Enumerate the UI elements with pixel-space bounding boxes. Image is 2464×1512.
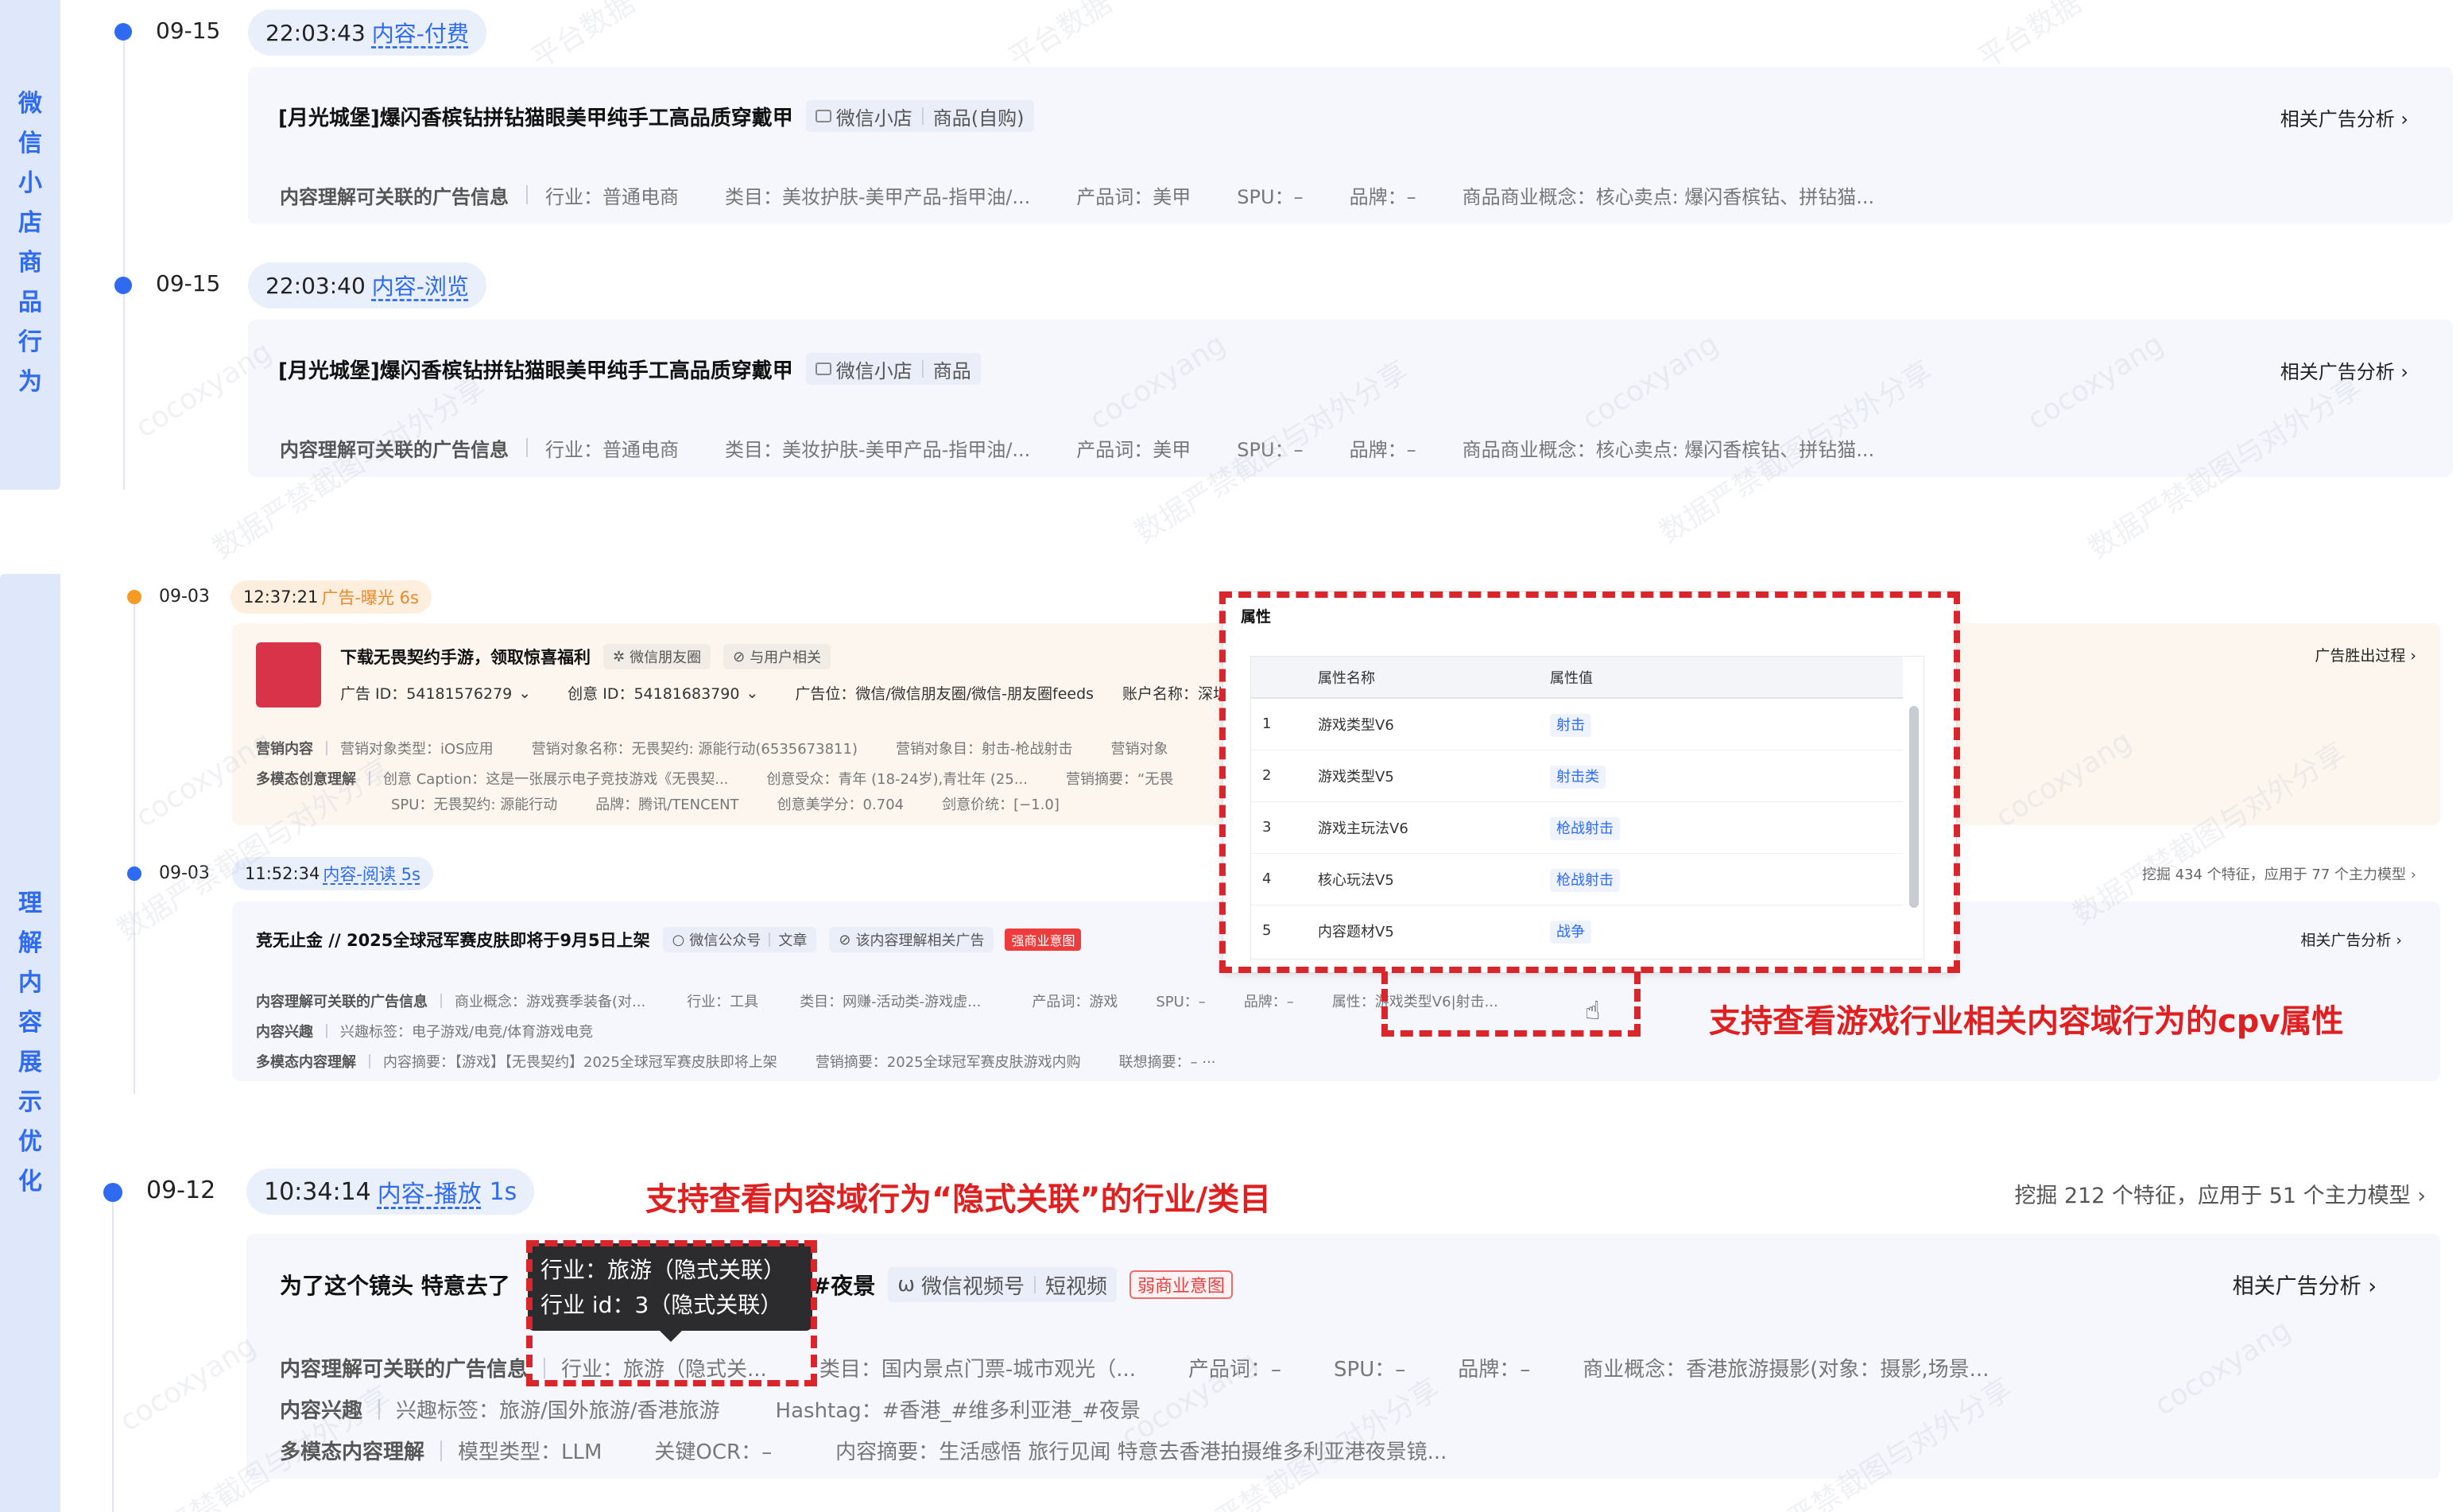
chevron-right-icon: › (2400, 361, 2408, 383)
item-title: [月光城堡]爆闪香槟钻拼钻猫眼美甲纯手工高品质穿戴甲 微信小店 商品(自购) (278, 100, 1034, 132)
ad-info-row: 内容理解可关联的广告信息 行业：普通电商 类目：美妆护肤-美甲产品-指甲油/..… (280, 438, 1875, 461)
highlight-box-attribute (1381, 971, 1641, 1037)
event-action-link[interactable]: 内容-浏览 (372, 269, 469, 301)
chevron-right-icon: › (2368, 1274, 2377, 1299)
ad-info-row: 内容理解可关联的广告信息 行业：普通电商 类目：美妆护肤-美甲产品-指甲油/..… (280, 185, 1875, 208)
ad-title: 下载无畏契约手游，领取惊喜福利 ✲ 微信朋友圈 ⊘ 与用户相关 (340, 644, 831, 669)
watermark: cocoxyang (114, 1329, 262, 1438)
related-ad-analysis-link[interactable]: 相关广告分析 › (2300, 929, 2402, 950)
chevron-down-icon: ⌄ (518, 684, 532, 702)
chevron-right-icon: › (2417, 1184, 2426, 1208)
timeline-dot (114, 277, 132, 294)
chevron-right-icon: › (2410, 647, 2416, 665)
timeline-line (112, 1192, 114, 1512)
event-action-link[interactable]: 内容-播放 (378, 1174, 482, 1209)
watermark: 平台数据 (1002, 0, 1118, 76)
event-time: 10:34:14 (264, 1177, 371, 1206)
event-time-pill: 12:37:21 广告-曝光 6s (231, 580, 432, 614)
annotation-implicit-industry: 支持查看内容域行为“隐式关联”的行业/类目 (645, 1181, 1272, 1218)
chevron-right-icon: › (2400, 108, 2408, 130)
related-ad-analysis-link[interactable]: 相关广告分析 › (2233, 1269, 2377, 1300)
source-tag: 微信小店 商品 (805, 353, 981, 385)
marketing-row: 营销内容 营销对象类型：iOS应用 营销对象名称：无畏契约: 源能行动(6535… (256, 741, 1168, 758)
multimodal-creative-row: 多模态创意理解 创意 Caption：这是一张展示电子竞技游戏《无畏契... 创… (256, 771, 1174, 788)
event-time: 11:52:34 (245, 864, 320, 883)
content-interest-row: 内容兴趣 兴趣标签：旅游/国外旅游/香港旅游 Hashtag：#香港_#维多利亚… (280, 1398, 1141, 1423)
chevron-right-icon: › (2410, 866, 2416, 883)
event-time: 22:03:43 (265, 19, 366, 46)
event-time: 22:03:40 (265, 272, 366, 299)
multimodal-creative-row-2: SPU：无畏契约: 源能行动 品牌：腾讯/TENCENT 创意美学分：0.704… (391, 797, 1060, 813)
annotation-cpv: 支持查看游戏行业相关内容域行为的cpv属性 (1709, 1003, 2344, 1040)
source-tag: ✲ 微信朋友圈 (603, 644, 711, 669)
source-tag: ○ 微信公众号 文章 (662, 927, 817, 952)
link-icon: ⊘ (839, 931, 851, 948)
chevron-right-icon: › (2396, 932, 2402, 949)
relation-tag: ⊘ 该内容理解相关广告 (829, 927, 994, 952)
chevron-down-icon: ⌄ (746, 684, 759, 702)
ad-win-process-link[interactable]: 广告胜出过程 › (2315, 644, 2416, 665)
ad-id-row: 广告 ID：54181576279 ⌄ 创意 ID：54181683790 ⌄ 广告… (340, 684, 1259, 704)
item-title: [月光城堡]爆闪香槟钻拼钻猫眼美甲纯手工高品质穿戴甲 微信小店 商品 (278, 353, 981, 385)
timeline-line (123, 24, 125, 490)
ad-thumbnail (256, 642, 321, 708)
watermark: 平台数据 (525, 0, 641, 76)
relation-tag: ⊘ 与用户相关 (723, 644, 831, 669)
event-time: 12:37:21 (243, 587, 319, 607)
ad-info-row: 内容理解可关联的广告信息 商业概念：游戏赛季装备(对... 行业：工具 类目：网… (256, 994, 1498, 1010)
section-label-content-display: 理 解 内 容 展 示 优 化 (0, 574, 60, 1512)
related-ad-analysis-link[interactable]: 相关广告分析 › (2280, 356, 2408, 384)
timeline-dot (114, 23, 132, 41)
moments-icon: ✲ (613, 648, 626, 665)
official-account-icon: ○ (672, 931, 685, 948)
timeline-dot (127, 866, 141, 881)
content-interest-row: 内容兴趣 兴趣标签：电子游戏/电竞/体育游戏电竞 (256, 1024, 594, 1041)
shop-icon (815, 362, 831, 375)
pointer-cursor-icon: ☝ (1585, 995, 1601, 1025)
intent-badge: 弱商业意图 (1129, 1270, 1234, 1299)
feature-mining-link[interactable]: 挖掘 212 个特征，应用于 51 个主力模型 › (2014, 1178, 2426, 1209)
event-time-pill: 11:52:34 内容-阅读 5s (232, 857, 433, 890)
event-date: 09-15 (156, 270, 221, 297)
event-date: 09-12 (146, 1177, 216, 1204)
event-date: 09-03 (159, 863, 210, 883)
highlight-box-popup (1219, 591, 1960, 973)
timeline-dot-orange (127, 590, 141, 604)
timeline-line (134, 598, 135, 1094)
event-action-label: 广告-曝光 6s (321, 588, 419, 607)
source-tag: ω 微信视频号 短视频 (888, 1267, 1118, 1302)
article-title: 竞无止金 // 2025全球冠军赛皮肤即将于9月5日上架 ○ 微信公众号 文章 ⊘ 该… (256, 927, 1082, 952)
multimodal-content-row: 多模态内容理解 内容摘要：【游戏】【无畏契约】2025全球冠军赛皮肤即将上架 营… (256, 1054, 1216, 1071)
event-action-link[interactable]: 内容-付费 (372, 17, 469, 48)
event-action-link[interactable]: 内容-阅读 5s (323, 862, 420, 886)
timeline-dot (103, 1183, 122, 1202)
related-ad-analysis-link[interactable]: 相关广告分析 › (2280, 103, 2408, 131)
source-tag: 微信小店 商品(自购) (805, 100, 1034, 132)
event-time-pill: 10:34:14 内容-播放 1s (246, 1169, 535, 1215)
shop-icon (815, 110, 831, 122)
link-icon: ⊘ (733, 648, 746, 665)
event-time-pill: 22:03:40 内容-浏览 (248, 262, 486, 308)
event-time-pill: 22:03:43 内容-付费 (248, 10, 486, 56)
multimodal-content-row: 多模态内容理解 模型类型：LLM 关键OCR：– 内容摘要：生活感悟 旅行见闻 … (280, 1440, 1447, 1464)
watermark: 平台数据 (1972, 0, 2087, 76)
highlight-box-tooltip (526, 1240, 817, 1386)
feature-mining-link[interactable]: 挖掘 434 个特征，应用于 77 个主力模型 › (2142, 863, 2416, 884)
event-date: 09-03 (159, 587, 210, 607)
event-date: 09-15 (156, 17, 221, 44)
event-duration: 1s (489, 1177, 517, 1206)
intent-badge: 强商业意图 (1005, 929, 1082, 951)
channels-icon: ω (897, 1273, 915, 1297)
section-label-wechat-shop: 微 信 小 店 商 品 行 为 (0, 0, 60, 490)
